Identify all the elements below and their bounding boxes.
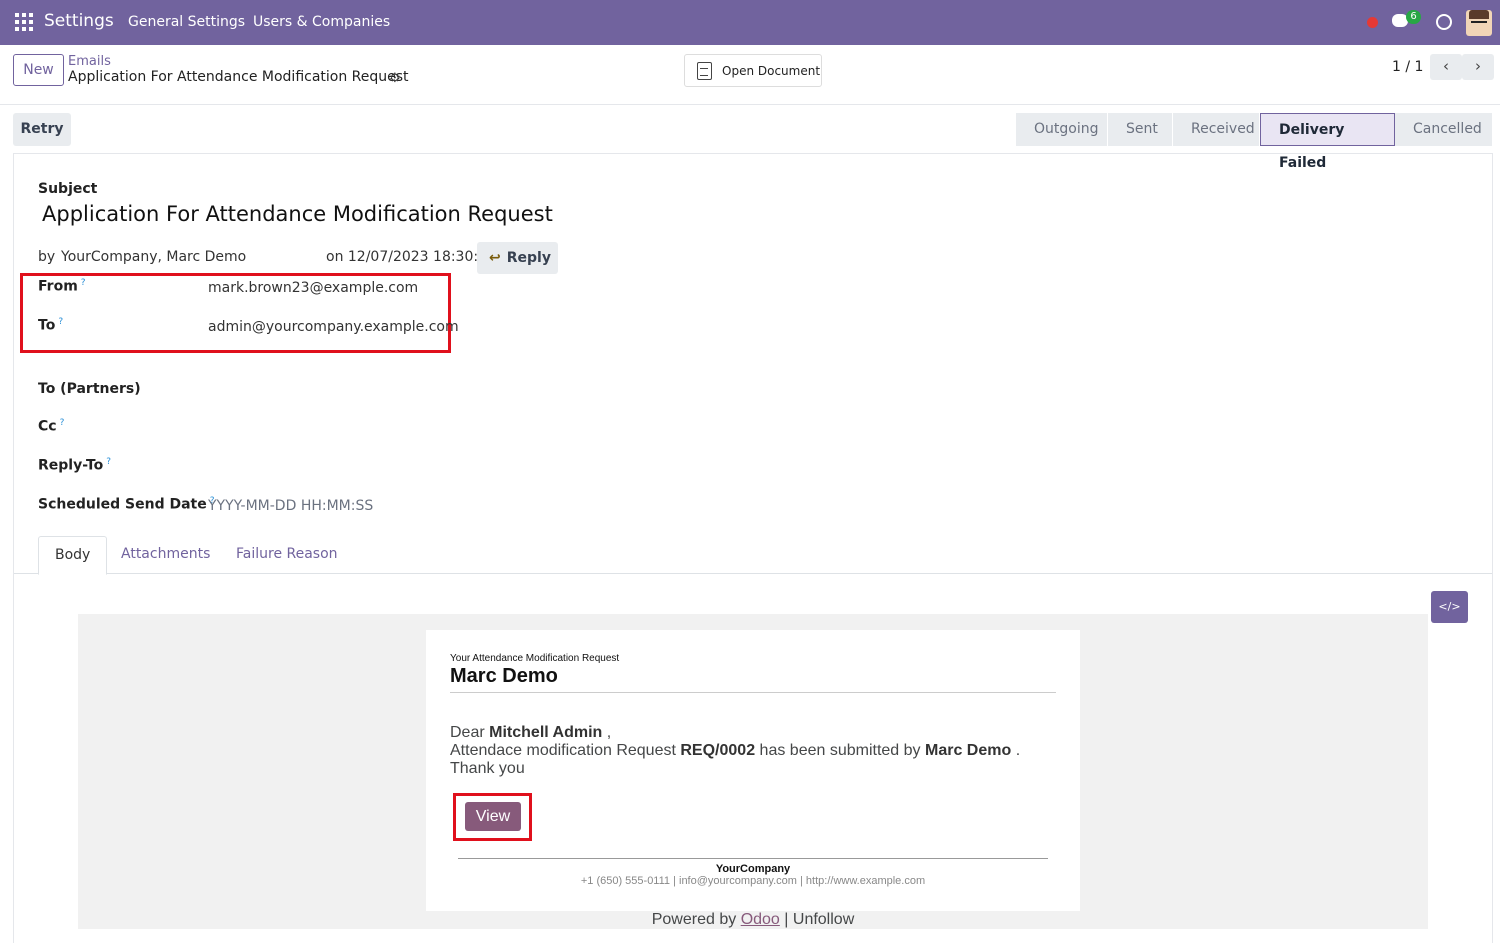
nav-users-companies[interactable]: Users & Companies — [253, 14, 390, 30]
to-field[interactable]: admin@yourcompany.example.com — [208, 319, 459, 335]
reply-label: Reply — [506, 250, 551, 266]
powered-by: Powered by Odoo | Unfollow — [651, 911, 855, 928]
from-label: From? — [38, 278, 86, 295]
tab-attachments[interactable]: Attachments — [105, 536, 226, 574]
stage-sent[interactable]: Sent — [1108, 113, 1173, 146]
status-bar: Retry Outgoing Sent Received Delivery Fa… — [0, 105, 1500, 171]
email-company: YourCompany — [715, 863, 791, 875]
email-name: Marc Demo — [450, 665, 558, 687]
form-sheet: Subject Application For Attendance Modif… — [13, 153, 1493, 943]
pager-value[interactable]: 1 / 1 — [1392, 59, 1423, 75]
by-prefix: by — [38, 249, 56, 265]
odoo-link[interactable]: Odoo — [741, 911, 780, 928]
app-name[interactable]: Settings — [44, 11, 114, 31]
retry-button[interactable]: Retry — [13, 113, 71, 146]
unfollow-link[interactable]: | Unfollow — [784, 911, 854, 928]
stage-cancelled[interactable]: Cancelled — [1395, 113, 1493, 146]
scheduled-date-input[interactable]: YYYY-MM-DD HH:MM:SS — [208, 498, 373, 514]
notebook-tabs: Body Attachments Failure Reason — [14, 536, 1492, 575]
reply-to-label: Reply-To? — [38, 457, 112, 474]
email-date: on 12/07/2023 18:30:13 — [326, 249, 496, 265]
cc-label: Cc? — [38, 418, 65, 435]
messages-badge: 6 — [1406, 10, 1421, 24]
view-button[interactable]: View — [465, 802, 521, 831]
stage-received[interactable]: Received — [1173, 113, 1260, 146]
email-divider — [450, 692, 1056, 693]
document-icon — [697, 61, 712, 80]
scheduled-date-label: Scheduled Send Date? — [38, 496, 215, 513]
to-label: To? — [38, 317, 64, 334]
open-document-button[interactable]: Open Document — [684, 54, 822, 87]
nav-general-settings[interactable]: General Settings — [128, 14, 245, 30]
subject-label: Subject — [38, 181, 98, 197]
to-partners-label: To (Partners) — [38, 381, 141, 397]
email-contact: +1 (650) 555-0111 | info@yourcompany.com… — [580, 875, 926, 887]
pager-previous-icon[interactable]: ‹ — [1430, 54, 1462, 80]
tab-body[interactable]: Body — [38, 536, 108, 575]
authors[interactable]: YourCompany, Marc Demo — [61, 249, 246, 265]
email-thanks: Thank you — [450, 760, 525, 777]
tab-failure-reason[interactable]: Failure Reason — [220, 536, 354, 574]
status-stages: Outgoing Sent Received Delivery Failed C… — [1016, 113, 1493, 171]
email-greeting: Dear Mitchell Admin , — [450, 724, 612, 741]
recording-status-icon[interactable] — [1367, 17, 1378, 28]
breadcrumb-current: Application For Attendance Modification … — [68, 69, 409, 85]
email-footer-divider — [458, 858, 1048, 859]
apps-menu-icon[interactable] — [15, 13, 33, 31]
email-body-preview: Your Attendance Modification Request Mar… — [78, 614, 1428, 929]
reply-icon: ↩ — [489, 250, 501, 266]
pager-next-icon[interactable]: › — [1462, 54, 1494, 80]
top-navbar: Settings General Settings Users & Compan… — [0, 0, 1500, 45]
open-document-label: Open Document — [722, 63, 821, 78]
from-field[interactable]: mark.brown23@example.com — [208, 280, 418, 296]
email-card: Your Attendance Modification Request Mar… — [426, 630, 1080, 911]
stage-outgoing[interactable]: Outgoing — [1016, 113, 1108, 146]
email-pre-title: Your Attendance Modification Request — [450, 653, 620, 664]
activity-clock-icon[interactable] — [1436, 14, 1452, 30]
email-request-line: Attendace modification Request REQ/0002 … — [450, 742, 1021, 759]
subject-value[interactable]: Application For Attendance Modification … — [42, 202, 553, 226]
stage-delivery-failed[interactable]: Delivery Failed — [1260, 113, 1395, 171]
code-view-button[interactable]: </> — [1431, 591, 1468, 623]
breadcrumb-emails[interactable]: Emails — [68, 54, 111, 69]
control-panel: New Emails Application For Attendance Mo… — [0, 45, 1500, 105]
gear-icon[interactable]: ⚙ — [389, 71, 401, 86]
new-button[interactable]: New — [13, 54, 64, 86]
user-avatar[interactable] — [1466, 10, 1492, 36]
reply-button[interactable]: ↩ Reply — [477, 242, 558, 274]
